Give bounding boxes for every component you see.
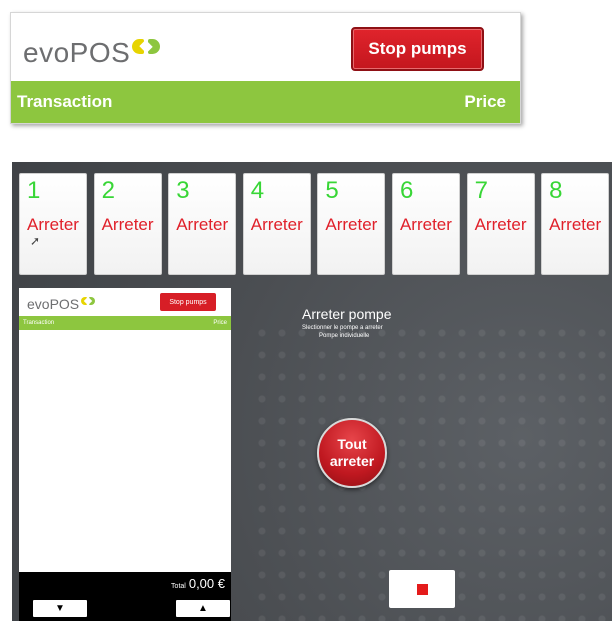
pump-button-5[interactable]: 5 Arreter [317, 173, 386, 275]
pump-stop-label: Arreter [399, 215, 452, 234]
mouse-cursor-icon: ➚ [30, 234, 41, 248]
price-column-label: Price [464, 92, 506, 111]
pump-stop-label: Arreter [474, 215, 527, 234]
pos-screen: 1 Arreter ➚ 2 Arreter 3 Arreter 4 Arrete… [12, 162, 612, 621]
panel-stop-pumps-button[interactable]: Stop pumps [160, 293, 216, 311]
pump-button-8[interactable]: 8 Arreter [541, 173, 610, 275]
panel-transaction-label: Transaction [23, 320, 55, 326]
total-label: Total [171, 583, 186, 590]
panel-logo-text: evoPOS [27, 296, 80, 312]
pump-number: 1 [27, 177, 41, 204]
pump-button-4[interactable]: 4 Arreter [242, 173, 311, 275]
pump-button-2[interactable]: 2 Arreter [93, 173, 162, 275]
transaction-panel: evoPOS Stop pumps Transaction Price Tota… [19, 288, 231, 621]
header-callout: evoPOS Stop pumps Transaction Price [10, 12, 521, 124]
pump-stop-label: Arreter [176, 215, 229, 234]
panel-footer: Total 0,00 € ▼ ▲ [19, 572, 231, 621]
pump-button-6[interactable]: 6 Arreter [391, 173, 460, 275]
down-arrow-icon: ▼ [55, 603, 65, 614]
pump-button-7[interactable]: 7 Arreter [466, 173, 535, 275]
stop-all-line2: arreter [329, 453, 375, 469]
pump-number: 4 [250, 177, 265, 204]
pump-stop-label: Arreter [250, 215, 303, 234]
mode-text: Pompe individuelle [319, 333, 370, 339]
pump-number: 7 [474, 177, 488, 204]
pump-stop-label: Arreter [549, 215, 602, 234]
total-value: 0,00 € [188, 576, 225, 591]
pump-button-1[interactable]: 1 Arreter ➚ [19, 173, 87, 275]
evopos-logo: evoPOS [23, 37, 162, 69]
instruction-text: Slectionner le pompe a arreter [302, 325, 383, 331]
transaction-header-bar: Transaction Price [11, 81, 520, 123]
stop-pumps-button[interactable]: Stop pumps [351, 27, 484, 71]
pump-number: 5 [325, 177, 339, 204]
logo-text: evoPOS [23, 37, 131, 68]
pump-number: 3 [176, 177, 190, 204]
stop-all-line1: Tout [337, 436, 367, 452]
logo-mark-icon [132, 39, 162, 55]
scroll-down-button[interactable]: ▼ [33, 600, 87, 617]
up-arrow-icon: ▲ [198, 603, 208, 614]
pump-stop-label: Arreter [325, 215, 378, 234]
pump-stop-label: Arreter [27, 215, 79, 234]
pump-button-3[interactable]: 3 Arreter [168, 173, 237, 275]
stop-all-button[interactable]: Tout arreter [317, 418, 387, 488]
panel-logo: evoPOS [27, 296, 96, 312]
panel-price-label: Price [213, 320, 227, 326]
stop-square-button[interactable] [389, 570, 455, 608]
pump-stop-label: Arreter [101, 215, 154, 234]
total-display: Total 0,00 € [171, 576, 225, 591]
pump-number: 8 [549, 177, 563, 204]
page-title: Arreter pompe [302, 306, 392, 322]
panel-header-bar: Transaction Price [19, 316, 231, 330]
transaction-column-label: Transaction [17, 92, 113, 111]
pump-number: 2 [101, 177, 115, 204]
stop-square-icon [416, 583, 428, 595]
scroll-up-button[interactable]: ▲ [176, 600, 230, 617]
logo-mark-icon [81, 296, 96, 306]
pump-number: 6 [399, 177, 414, 204]
pump-button-row: 1 Arreter ➚ 2 Arreter 3 Arreter 4 Arrete… [19, 173, 612, 275]
